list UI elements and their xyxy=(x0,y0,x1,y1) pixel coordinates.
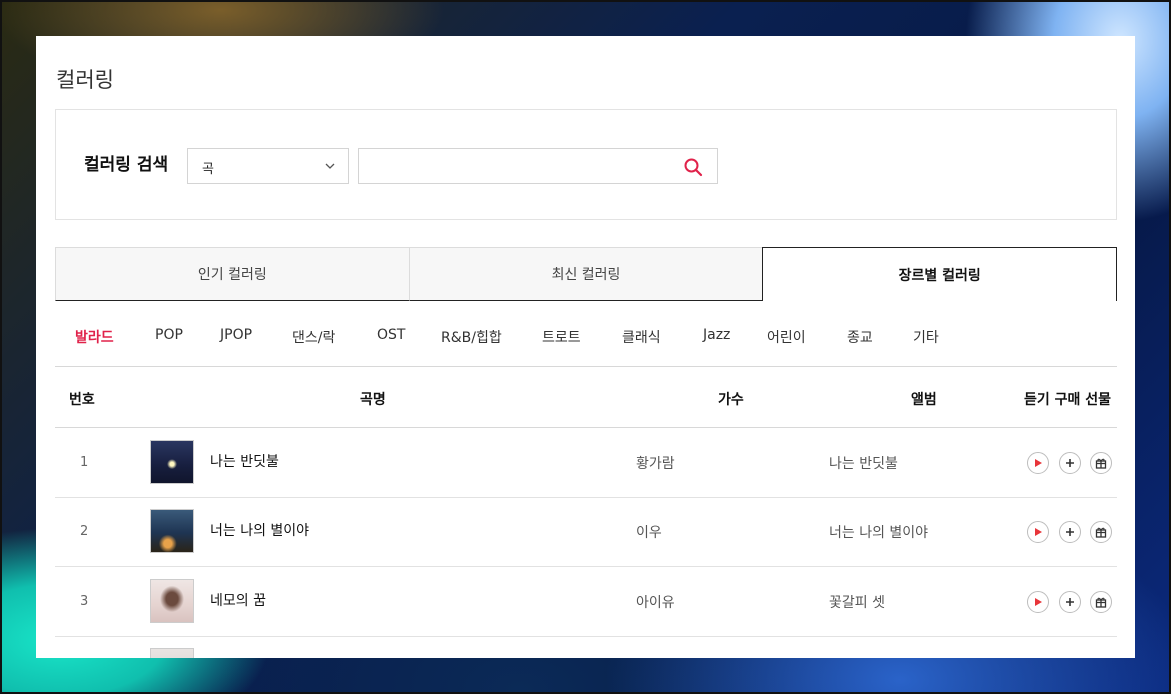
search-type-value: 곡 xyxy=(202,162,214,177)
play-icon xyxy=(1035,459,1042,467)
plus-icon xyxy=(1066,528,1074,536)
genre-etc[interactable]: 기타 xyxy=(913,327,939,347)
table-row: 2 너는 나의 별이야 이우 너는 나의 별이야 xyxy=(55,497,1117,567)
gift-icon xyxy=(1095,597,1107,608)
table-header: 번호 곡명 가수 앨범 듣기 구매 선물 xyxy=(55,366,1117,428)
header-number: 번호 xyxy=(69,392,95,408)
table-row xyxy=(55,636,1117,658)
search-icon[interactable] xyxy=(683,157,703,177)
song-album[interactable]: 너는 나의 별이야 xyxy=(829,522,928,542)
genre-religion[interactable]: 종교 xyxy=(847,327,873,347)
song-title[interactable]: 네모의 꿈 xyxy=(210,590,266,610)
album-art[interactable] xyxy=(150,440,194,484)
genre-classic[interactable]: 클래식 xyxy=(622,327,661,347)
search-section: 컬러링 검색 곡 xyxy=(55,109,1117,220)
header-album: 앨범 xyxy=(911,392,937,408)
play-button[interactable] xyxy=(1027,452,1049,474)
tab-latest[interactable]: 최신 컬러링 xyxy=(408,247,763,301)
genre-filter: 발라드 POP JPOP 댄스/락 OST R&B/힙합 트로트 클래식 Jaz… xyxy=(55,324,1117,366)
song-title[interactable]: 너는 나의 별이야 xyxy=(210,520,309,540)
song-title[interactable]: 나는 반딧불 xyxy=(210,451,279,471)
album-art[interactable] xyxy=(150,579,194,623)
genre-jpop[interactable]: JPOP xyxy=(220,327,252,343)
genre-ost[interactable]: OST xyxy=(377,327,405,343)
plus-icon xyxy=(1066,598,1074,606)
table-row: 1 나는 반딧불 황가람 나는 반딧불 xyxy=(55,428,1117,498)
search-label: 컬러링 검색 xyxy=(84,155,169,175)
header-actions: 듣기 구매 선물 xyxy=(1024,392,1112,408)
tab-genre[interactable]: 장르별 컬러링 xyxy=(762,247,1118,301)
gift-icon xyxy=(1095,527,1107,538)
row-number: 3 xyxy=(80,594,89,609)
play-button[interactable] xyxy=(1027,591,1049,613)
genre-ballad[interactable]: 발라드 xyxy=(75,327,114,347)
play-button[interactable] xyxy=(1027,521,1049,543)
song-album[interactable]: 꽃갈피 셋 xyxy=(829,592,885,612)
category-tabs: 인기 컬러링 최신 컬러링 장르별 컬러링 xyxy=(55,247,1118,301)
row-number: 1 xyxy=(80,455,89,470)
song-artist[interactable]: 아이유 xyxy=(636,592,675,612)
genre-kids[interactable]: 어린이 xyxy=(767,327,806,347)
chevron-down-icon xyxy=(325,163,335,169)
header-song: 곡명 xyxy=(360,392,386,408)
header-artist: 가수 xyxy=(718,392,744,408)
song-album[interactable]: 나는 반딧불 xyxy=(829,453,898,473)
page-title: 컬러링 xyxy=(56,68,114,92)
album-art[interactable] xyxy=(150,648,194,658)
genre-dance-rock[interactable]: 댄스/락 xyxy=(292,327,335,347)
search-type-select[interactable]: 곡 xyxy=(187,148,349,184)
genre-trot[interactable]: 트로트 xyxy=(542,327,581,347)
album-art[interactable] xyxy=(150,509,194,553)
genre-pop[interactable]: POP xyxy=(155,327,183,343)
plus-icon xyxy=(1066,459,1074,467)
add-button[interactable] xyxy=(1059,521,1081,543)
coloring-panel: 컬러링 컬러링 검색 곡 인기 컬러링 최신 컬러링 장르별 컬러링 발라드 P… xyxy=(36,36,1135,658)
play-icon xyxy=(1035,528,1042,536)
song-artist[interactable]: 이우 xyxy=(636,522,662,542)
song-artist[interactable]: 황가람 xyxy=(636,453,675,473)
gift-button[interactable] xyxy=(1090,591,1112,613)
table-row: 3 네모의 꿈 아이유 꽃갈피 셋 xyxy=(55,567,1117,637)
genre-jazz[interactable]: Jazz xyxy=(703,327,730,343)
play-icon xyxy=(1035,598,1042,606)
gift-button[interactable] xyxy=(1090,452,1112,474)
gift-button[interactable] xyxy=(1090,521,1112,543)
genre-rnb-hiphop[interactable]: R&B/힙합 xyxy=(441,327,502,347)
search-input[interactable] xyxy=(359,149,669,183)
row-number: 2 xyxy=(80,524,89,539)
add-button[interactable] xyxy=(1059,591,1081,613)
search-input-box xyxy=(358,148,718,184)
tab-popular[interactable]: 인기 컬러링 xyxy=(55,247,409,301)
add-button[interactable] xyxy=(1059,452,1081,474)
gift-icon xyxy=(1095,458,1107,469)
